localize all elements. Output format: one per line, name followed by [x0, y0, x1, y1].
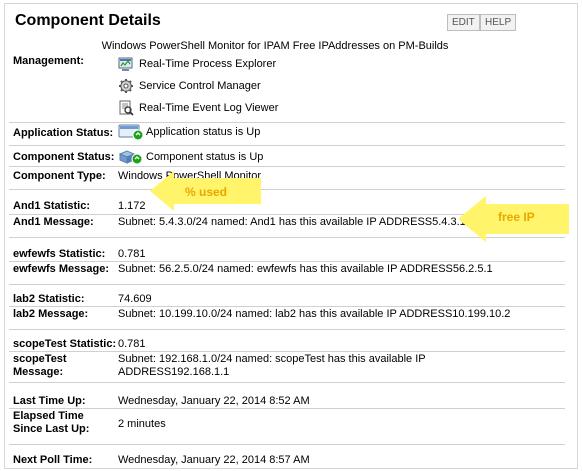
page-title: Component Details [15, 12, 161, 29]
management-label: Management: [13, 55, 84, 67]
component-type-label: Component Type: [13, 170, 106, 182]
divider [9, 408, 565, 409]
management-link-label[interactable]: Service Control Manager [139, 80, 261, 92]
stat-label-scopetest: scopeTest Statistic: [13, 338, 117, 350]
message-label-line: Message: [13, 366, 64, 378]
message-value-scopetest: Subnet: 192.168.1.0/24 named: scopeTest … [118, 353, 426, 379]
elapsed-label-line: Elapsed Time [13, 410, 84, 422]
used-annotation-label: % used [185, 185, 228, 199]
message-value-lab2: Subnet: 10.199.10.0/24 named: lab2 has t… [118, 308, 511, 320]
divider [9, 166, 565, 167]
message-value-line: ADDRESS192.168.1.1 [118, 366, 230, 378]
management-link-service-control[interactable]: Service Control Manager [118, 78, 261, 94]
component-up-icon [118, 149, 144, 165]
stat-value-scopetest: 0.781 [118, 338, 146, 350]
message-value-ewfewfs: Subnet: 56.2.5.0/24 named: ewfewfs has t… [118, 263, 493, 275]
component-status-text: Component status is Up [146, 150, 264, 163]
component-subtitle: Windows PowerShell Monitor for IPAM Free… [101, 40, 449, 52]
management-link-label[interactable]: Real-Time Event Log Viewer [139, 102, 278, 114]
stat-label-ewfewfs: ewfewfs Statistic: [13, 248, 106, 260]
elapsed-label-line: Since Last Up: [13, 423, 90, 435]
elapsed-time-value: 2 minutes [118, 418, 166, 430]
application-status-value: Application status is Up [118, 124, 261, 141]
stat-label-lab2: lab2 Statistic: [13, 293, 85, 305]
stat-label-and1: And1 Statistic: [13, 200, 91, 212]
divider [9, 382, 565, 383]
management-link-process-explorer[interactable]: Real-Time Process Explorer [118, 56, 276, 72]
stat-value-ewfewfs: 0.781 [118, 248, 146, 260]
application-status-label: Application Status: [13, 127, 114, 139]
stat-value-and1: 1.172 [118, 200, 146, 212]
message-label-scopetest: scopeTest Message: [13, 353, 67, 379]
divider [9, 444, 565, 445]
free-ip-annotation-label: free IP [498, 210, 535, 224]
process-explorer-icon [118, 56, 134, 72]
component-status-label: Component Status: [13, 151, 115, 163]
event-log-icon [118, 100, 134, 116]
divider [9, 189, 565, 190]
divider [9, 329, 565, 330]
message-label-lab2: lab2 Message: [13, 308, 89, 320]
divider [9, 284, 565, 285]
message-value-line: Subnet: 192.168.1.0/24 named: scopeTest … [118, 353, 426, 365]
divider [9, 261, 565, 262]
help-button[interactable]: HELP [480, 14, 517, 31]
edit-button[interactable]: EDIT [447, 14, 480, 31]
management-link-label[interactable]: Real-Time Process Explorer [139, 58, 276, 70]
last-time-up-label: Last Time Up: [13, 395, 86, 407]
elapsed-time-label: Elapsed Time Since Last Up: [13, 410, 89, 436]
stat-value-lab2: 74.609 [118, 293, 152, 305]
gear-icon [118, 78, 134, 94]
application-status-text: Application status is Up [146, 125, 261, 138]
divider [9, 145, 565, 146]
next-poll-time-value: Wednesday, January 22, 2014 8:57 AM [118, 454, 310, 466]
divider [9, 306, 565, 307]
message-label-and1: And1 Message: [13, 216, 94, 228]
message-label-line: scopeTest [13, 353, 67, 365]
message-value-and1: Subnet: 5.4.3.0/24 named: And1 has this … [118, 216, 466, 228]
component-status-value: Component status is Up [118, 149, 263, 165]
last-time-up-value: Wednesday, January 22, 2014 8:52 AM [118, 395, 310, 407]
message-label-ewfewfs: ewfewfs Message: [13, 263, 109, 275]
divider [9, 122, 565, 123]
next-poll-time-label: Next Poll Time: [13, 454, 93, 466]
application-up-icon [118, 124, 144, 141]
management-link-event-log[interactable]: Real-Time Event Log Viewer [118, 100, 278, 116]
divider [9, 351, 565, 352]
